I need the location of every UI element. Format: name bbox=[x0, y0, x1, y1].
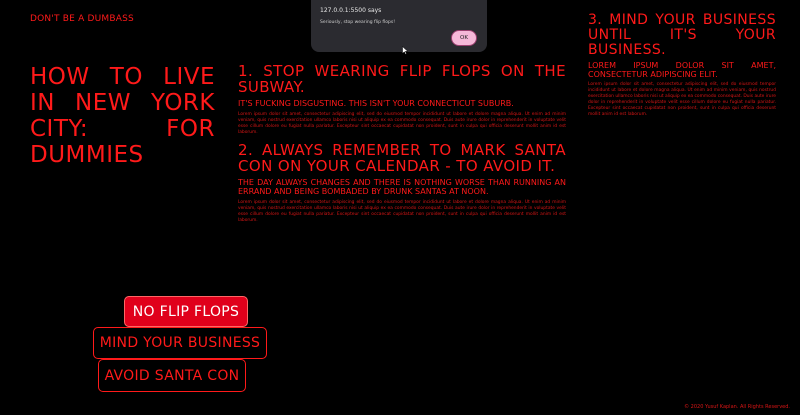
section-heading: 1. STOP WEARING FLIP FLOPS ON THE SUBWAY… bbox=[238, 62, 566, 96]
mouse-cursor-icon bbox=[402, 46, 409, 55]
section-heading: 3. MIND YOUR BUSINESS UNTIL IT'S YOUR BU… bbox=[588, 12, 776, 58]
dialog-title: 127.0.0.1:5500 says bbox=[320, 7, 382, 14]
section-flip-flops: 1. STOP WEARING FLIP FLOPS ON THE SUBWAY… bbox=[238, 63, 566, 136]
section-body: Lorem ipsum dolor sit amet, consectetur … bbox=[238, 200, 566, 223]
avoid-santa-con-button[interactable]: AVOID SANTA CON bbox=[98, 359, 246, 392]
section-body: Lorem ipsum dolor sit amet, consectetur … bbox=[238, 112, 566, 135]
section-subheading: THE DAY ALWAYS CHANGES AND THERE IS NOTH… bbox=[238, 178, 566, 196]
right-column: 3. MIND YOUR BUSINESS UNTIL IT'S YOUR BU… bbox=[588, 13, 776, 124]
section-body: Lorem ipsum dolor sit amet, consectetur … bbox=[588, 82, 776, 117]
footer-copyright: © 2020 Yusuf Kaplan. All Rights Reserved… bbox=[684, 404, 790, 410]
section-mind-business: 3. MIND YOUR BUSINESS UNTIL IT'S YOUR BU… bbox=[588, 13, 776, 118]
section-santa-con: 2. ALWAYS REMEMBER TO MARK SANTA CON ON … bbox=[238, 142, 566, 224]
section-subheading: IT'S FUCKING DISGUSTING. THIS ISN'T YOUR… bbox=[238, 99, 514, 108]
dialog-ok-button[interactable]: OK bbox=[451, 30, 477, 46]
section-subheading: LOREM IPSUM DOLOR SIT AMET, CONSECTETUR … bbox=[588, 61, 776, 79]
alert-dialog: 127.0.0.1:5500 says Seriously, stop wear… bbox=[311, 0, 487, 52]
mind-your-business-button[interactable]: MIND YOUR BUSINESS bbox=[93, 327, 267, 359]
dialog-message: Seriously, stop wearing flip flops! bbox=[320, 20, 396, 25]
hero-title: HOW TO LIVE IN NEW YORK CITY: FOR DUMMIE… bbox=[30, 64, 215, 168]
section-heading: 2. ALWAYS REMEMBER TO MARK SANTA CON ON … bbox=[238, 141, 566, 175]
no-flip-flops-button[interactable]: NO FLIP FLOPS bbox=[124, 296, 248, 327]
main-column: 1. STOP WEARING FLIP FLOPS ON THE SUBWAY… bbox=[238, 63, 566, 230]
site-brand[interactable]: DON'T BE A DUMBASS bbox=[30, 14, 134, 24]
